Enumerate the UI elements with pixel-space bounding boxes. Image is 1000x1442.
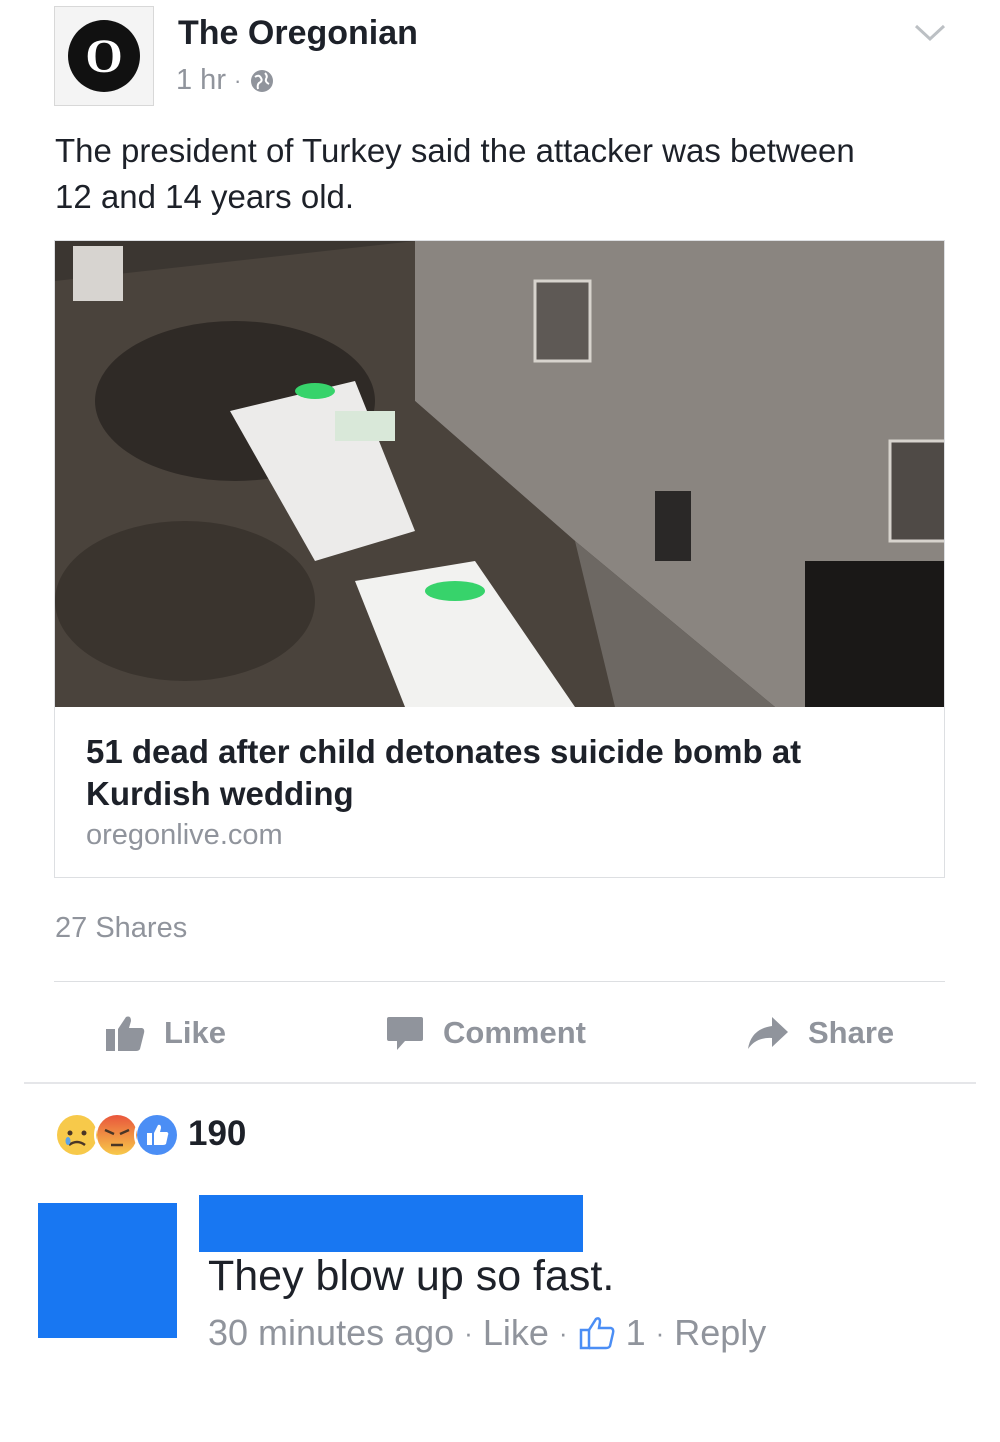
post-time[interactable]: 1 hr bbox=[176, 64, 226, 97]
page-name[interactable]: The Oregonian bbox=[178, 14, 418, 53]
meta-separator: · bbox=[655, 1317, 665, 1348]
chevron-down-icon[interactable] bbox=[910, 18, 950, 46]
thumbs-up-icon bbox=[106, 1016, 145, 1051]
divider bbox=[24, 1082, 976, 1084]
comment-like-button[interactable]: Like bbox=[483, 1312, 549, 1354]
post-meta: 1 hr · bbox=[176, 64, 275, 97]
meta-separator: · bbox=[558, 1317, 568, 1348]
comment-text: They blow up so fast. bbox=[208, 1252, 615, 1300]
commenter-avatar-redacted[interactable] bbox=[38, 1203, 177, 1338]
page-avatar[interactable]: O bbox=[54, 6, 154, 106]
reaction-count[interactable]: 190 bbox=[188, 1114, 246, 1154]
share-label: Share bbox=[808, 1015, 895, 1050]
thumbs-up-outline-icon bbox=[579, 1317, 615, 1350]
shares-count[interactable]: 27 Shares bbox=[55, 912, 187, 945]
post-text: The president of Turkey said the attacke… bbox=[55, 132, 855, 215]
comment-meta: 30 minutes ago · Like · 1 · Reply bbox=[208, 1312, 766, 1354]
meta-separator: · bbox=[233, 67, 242, 93]
comment-time[interactable]: 30 minutes ago bbox=[208, 1312, 454, 1354]
oregonian-logo: O bbox=[68, 20, 140, 92]
comment-label: Comment bbox=[443, 1015, 586, 1050]
logo-letter: O bbox=[85, 30, 122, 83]
share-button[interactable]: Share bbox=[746, 1008, 894, 1058]
like-icon bbox=[134, 1112, 180, 1158]
link-title[interactable]: 51 dead after child detonates suicide bo… bbox=[86, 731, 906, 815]
comment-like-count[interactable]: 1 bbox=[626, 1312, 646, 1354]
comment-reply-button[interactable]: Reply bbox=[674, 1312, 766, 1354]
reaction-icons[interactable] bbox=[54, 1112, 180, 1158]
like-button[interactable]: Like bbox=[104, 1008, 226, 1058]
share-arrow-icon bbox=[748, 1017, 788, 1049]
comment-button[interactable]: Comment bbox=[385, 1008, 586, 1058]
link-domain: oregonlive.com bbox=[86, 819, 283, 851]
meta-separator: · bbox=[464, 1317, 473, 1348]
globe-icon bbox=[251, 69, 274, 92]
link-preview-image[interactable] bbox=[55, 241, 945, 707]
link-preview-card[interactable]: 51 dead after child detonates suicide bo… bbox=[54, 240, 945, 878]
commenter-name-redacted[interactable] bbox=[199, 1195, 583, 1252]
comment-icon bbox=[387, 1017, 423, 1050]
like-label: Like bbox=[164, 1015, 227, 1050]
divider bbox=[54, 981, 945, 982]
